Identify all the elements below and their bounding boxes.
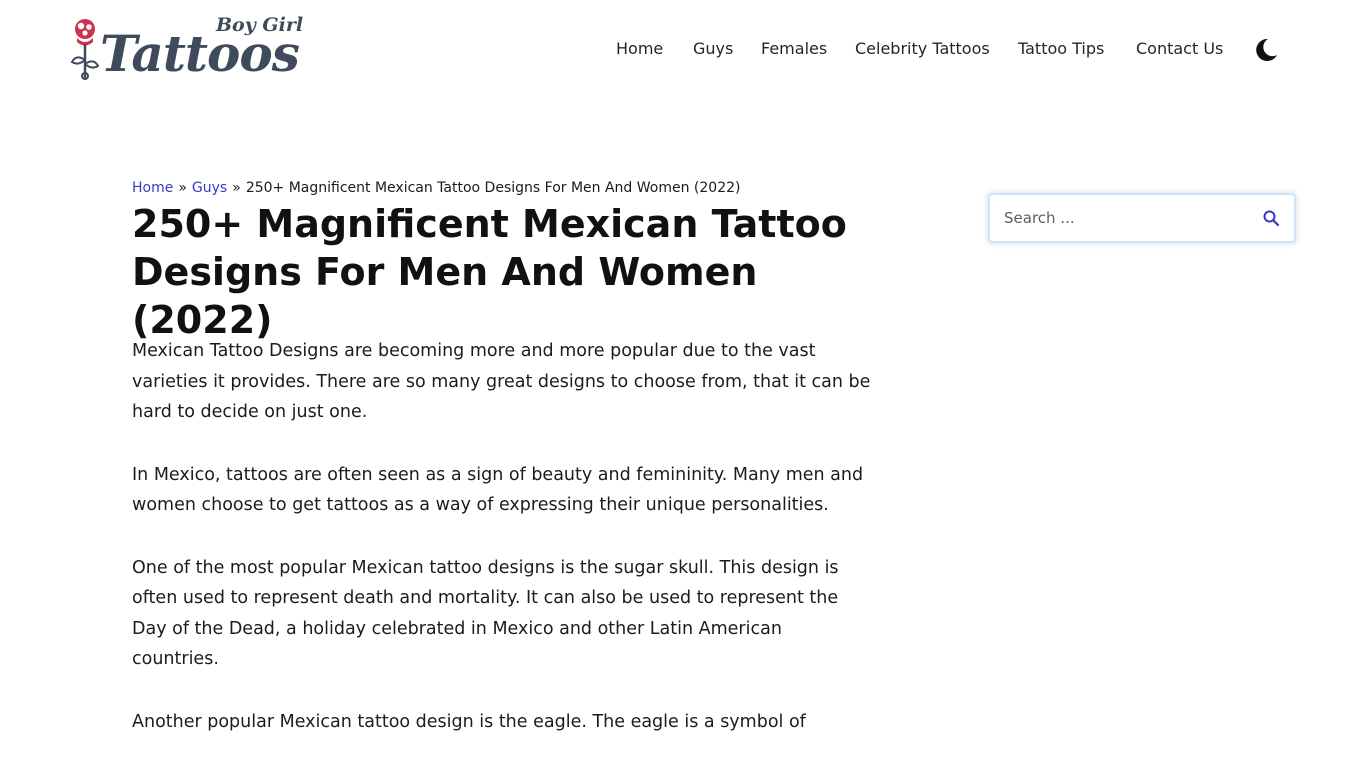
article-paragraph: In Mexico, tattoos are often seen as a s…: [132, 464, 864, 516]
breadcrumb-separator: »: [178, 180, 187, 196]
moon-icon[interactable]: [1252, 36, 1280, 64]
rose-icon: [70, 19, 100, 80]
page-title: 250+ Magnificent Mexican Tattoo Designs …: [132, 202, 847, 342]
breadcrumb-guys[interactable]: Guys: [192, 180, 227, 196]
breadcrumb-home[interactable]: Home: [132, 180, 173, 196]
breadcrumb-current: 250+ Magnificent Mexican Tattoo Designs …: [245, 180, 741, 196]
site-header: Boy Girl Tattoos Home Guys Females Celeb…: [0, 0, 1366, 100]
logo-wordmark: Tattoos: [100, 24, 300, 83]
site-logo[interactable]: Boy Girl Tattoos: [68, 14, 308, 82]
nav-celebrity-tattoos[interactable]: Celebrity Tattoos: [855, 38, 990, 60]
nav-guys[interactable]: Guys: [693, 38, 733, 60]
article-paragraph: Mexican Tattoo Designs are becoming more…: [132, 341, 871, 422]
article-paragraph: Another popular Mexican tattoo design is…: [132, 711, 806, 732]
nav-tattoo-tips[interactable]: Tattoo Tips: [1018, 38, 1104, 60]
breadcrumb: Home» Guys» 250+ Magnificent Mexican Tatto…: [132, 178, 740, 198]
nav-contact-us[interactable]: Contact Us: [1136, 38, 1223, 60]
article-paragraph: One of the most popular Mexican tattoo d…: [132, 557, 839, 670]
sidebar-search: [988, 193, 1296, 243]
nav-females[interactable]: Females: [761, 38, 827, 60]
breadcrumb-separator: »: [232, 180, 241, 196]
search-icon[interactable]: [1262, 209, 1280, 227]
search-input[interactable]: [990, 195, 1254, 241]
article-content: Mexican Tattoo Designs are becoming more…: [132, 336, 872, 769]
nav-home[interactable]: Home: [616, 38, 663, 60]
